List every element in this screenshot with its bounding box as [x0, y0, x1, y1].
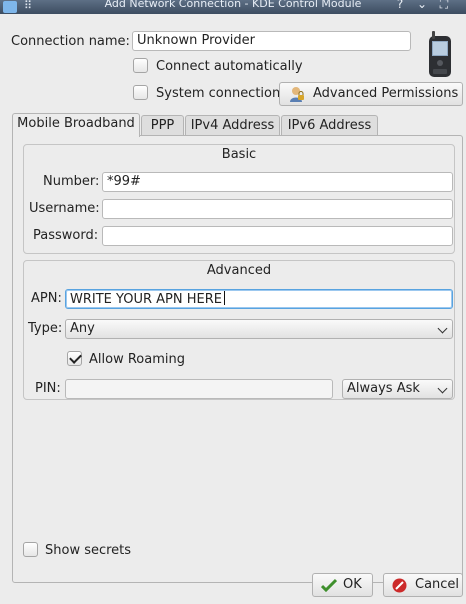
pin-label: PIN: — [35, 381, 61, 396]
apn-label: APN: — [31, 291, 62, 306]
pin-input[interactable] — [65, 379, 333, 399]
type-select[interactable]: Any — [65, 319, 453, 339]
tab-ppp[interactable]: PPP — [141, 115, 184, 137]
tab-ipv6-address[interactable]: IPv6 Address — [281, 115, 378, 137]
number-input[interactable]: *99# — [102, 172, 453, 192]
apn-input-text: WRITE YOUR APN HERE — [70, 292, 222, 307]
user-permissions-icon — [290, 87, 304, 102]
type-label: Type: — [28, 321, 63, 336]
text-cursor — [223, 291, 225, 305]
show-secrets-label: Show secrets — [45, 543, 132, 558]
connection-name-label: Connection name: — [11, 34, 130, 49]
show-secrets-checkbox[interactable] — [23, 542, 38, 557]
advanced-permissions-label: Advanced Permissions — [313, 86, 459, 101]
pin-mode-value: Always Ask — [347, 381, 420, 396]
ok-button[interactable]: OK — [312, 573, 373, 597]
type-select-value: Any — [70, 321, 95, 336]
cancel-button[interactable]: Cancel — [383, 573, 463, 597]
checkmark-icon — [321, 578, 337, 592]
advanced-group-title: Advanced — [206, 263, 272, 278]
pin-mode-select[interactable]: Always Ask — [342, 379, 453, 399]
connection-name-input[interactable]: Unknown Provider — [132, 31, 411, 51]
maximize-icon[interactable]: ⛶ — [437, 0, 451, 10]
chevron-down-icon — [437, 323, 448, 334]
minimize-icon[interactable]: ⌄ — [415, 0, 429, 10]
tab-mobile-broadband[interactable]: Mobile Broadband — [12, 113, 140, 137]
cancel-icon — [392, 578, 407, 593]
help-icon[interactable]: ? — [393, 0, 407, 10]
password-input[interactable] — [102, 226, 453, 246]
number-label: Number: — [43, 174, 100, 189]
allow-roaming-label: Allow Roaming — [89, 352, 185, 367]
advanced-permissions-button[interactable]: Advanced Permissions — [279, 82, 463, 106]
system-connection-checkbox[interactable] — [133, 85, 148, 100]
connect-automatically-checkbox[interactable] — [133, 58, 148, 73]
username-label: Username: — [29, 201, 100, 216]
tab-ipv4-address[interactable]: IPv4 Address — [185, 115, 280, 137]
window-titlebar: ⠿ Add Network Connection - KDE Control M… — [0, 0, 466, 14]
apn-input[interactable]: WRITE YOUR APN HERE — [65, 289, 453, 309]
cancel-label: Cancel — [415, 577, 460, 592]
basic-group: Basic Number: *99# Username: Password: — [23, 144, 455, 254]
ok-label: OK — [343, 577, 362, 592]
mobile-phone-icon — [429, 31, 451, 77]
password-label: Password: — [33, 228, 99, 243]
basic-group-title: Basic — [221, 147, 257, 162]
username-input[interactable] — [102, 199, 453, 219]
mobile-broadband-panel: Basic Number: *99# Username: Password: A… — [12, 135, 463, 583]
advanced-group: Advanced APN: WRITE YOUR APN HERE Type: … — [23, 260, 455, 400]
system-connection-label: System connection — [156, 86, 281, 101]
chevron-down-icon — [437, 383, 448, 394]
connect-automatically-label: Connect automatically — [156, 59, 303, 74]
dialog-body: Connection name: Unknown Provider Connec… — [0, 14, 466, 604]
allow-roaming-checkbox[interactable] — [67, 351, 82, 366]
